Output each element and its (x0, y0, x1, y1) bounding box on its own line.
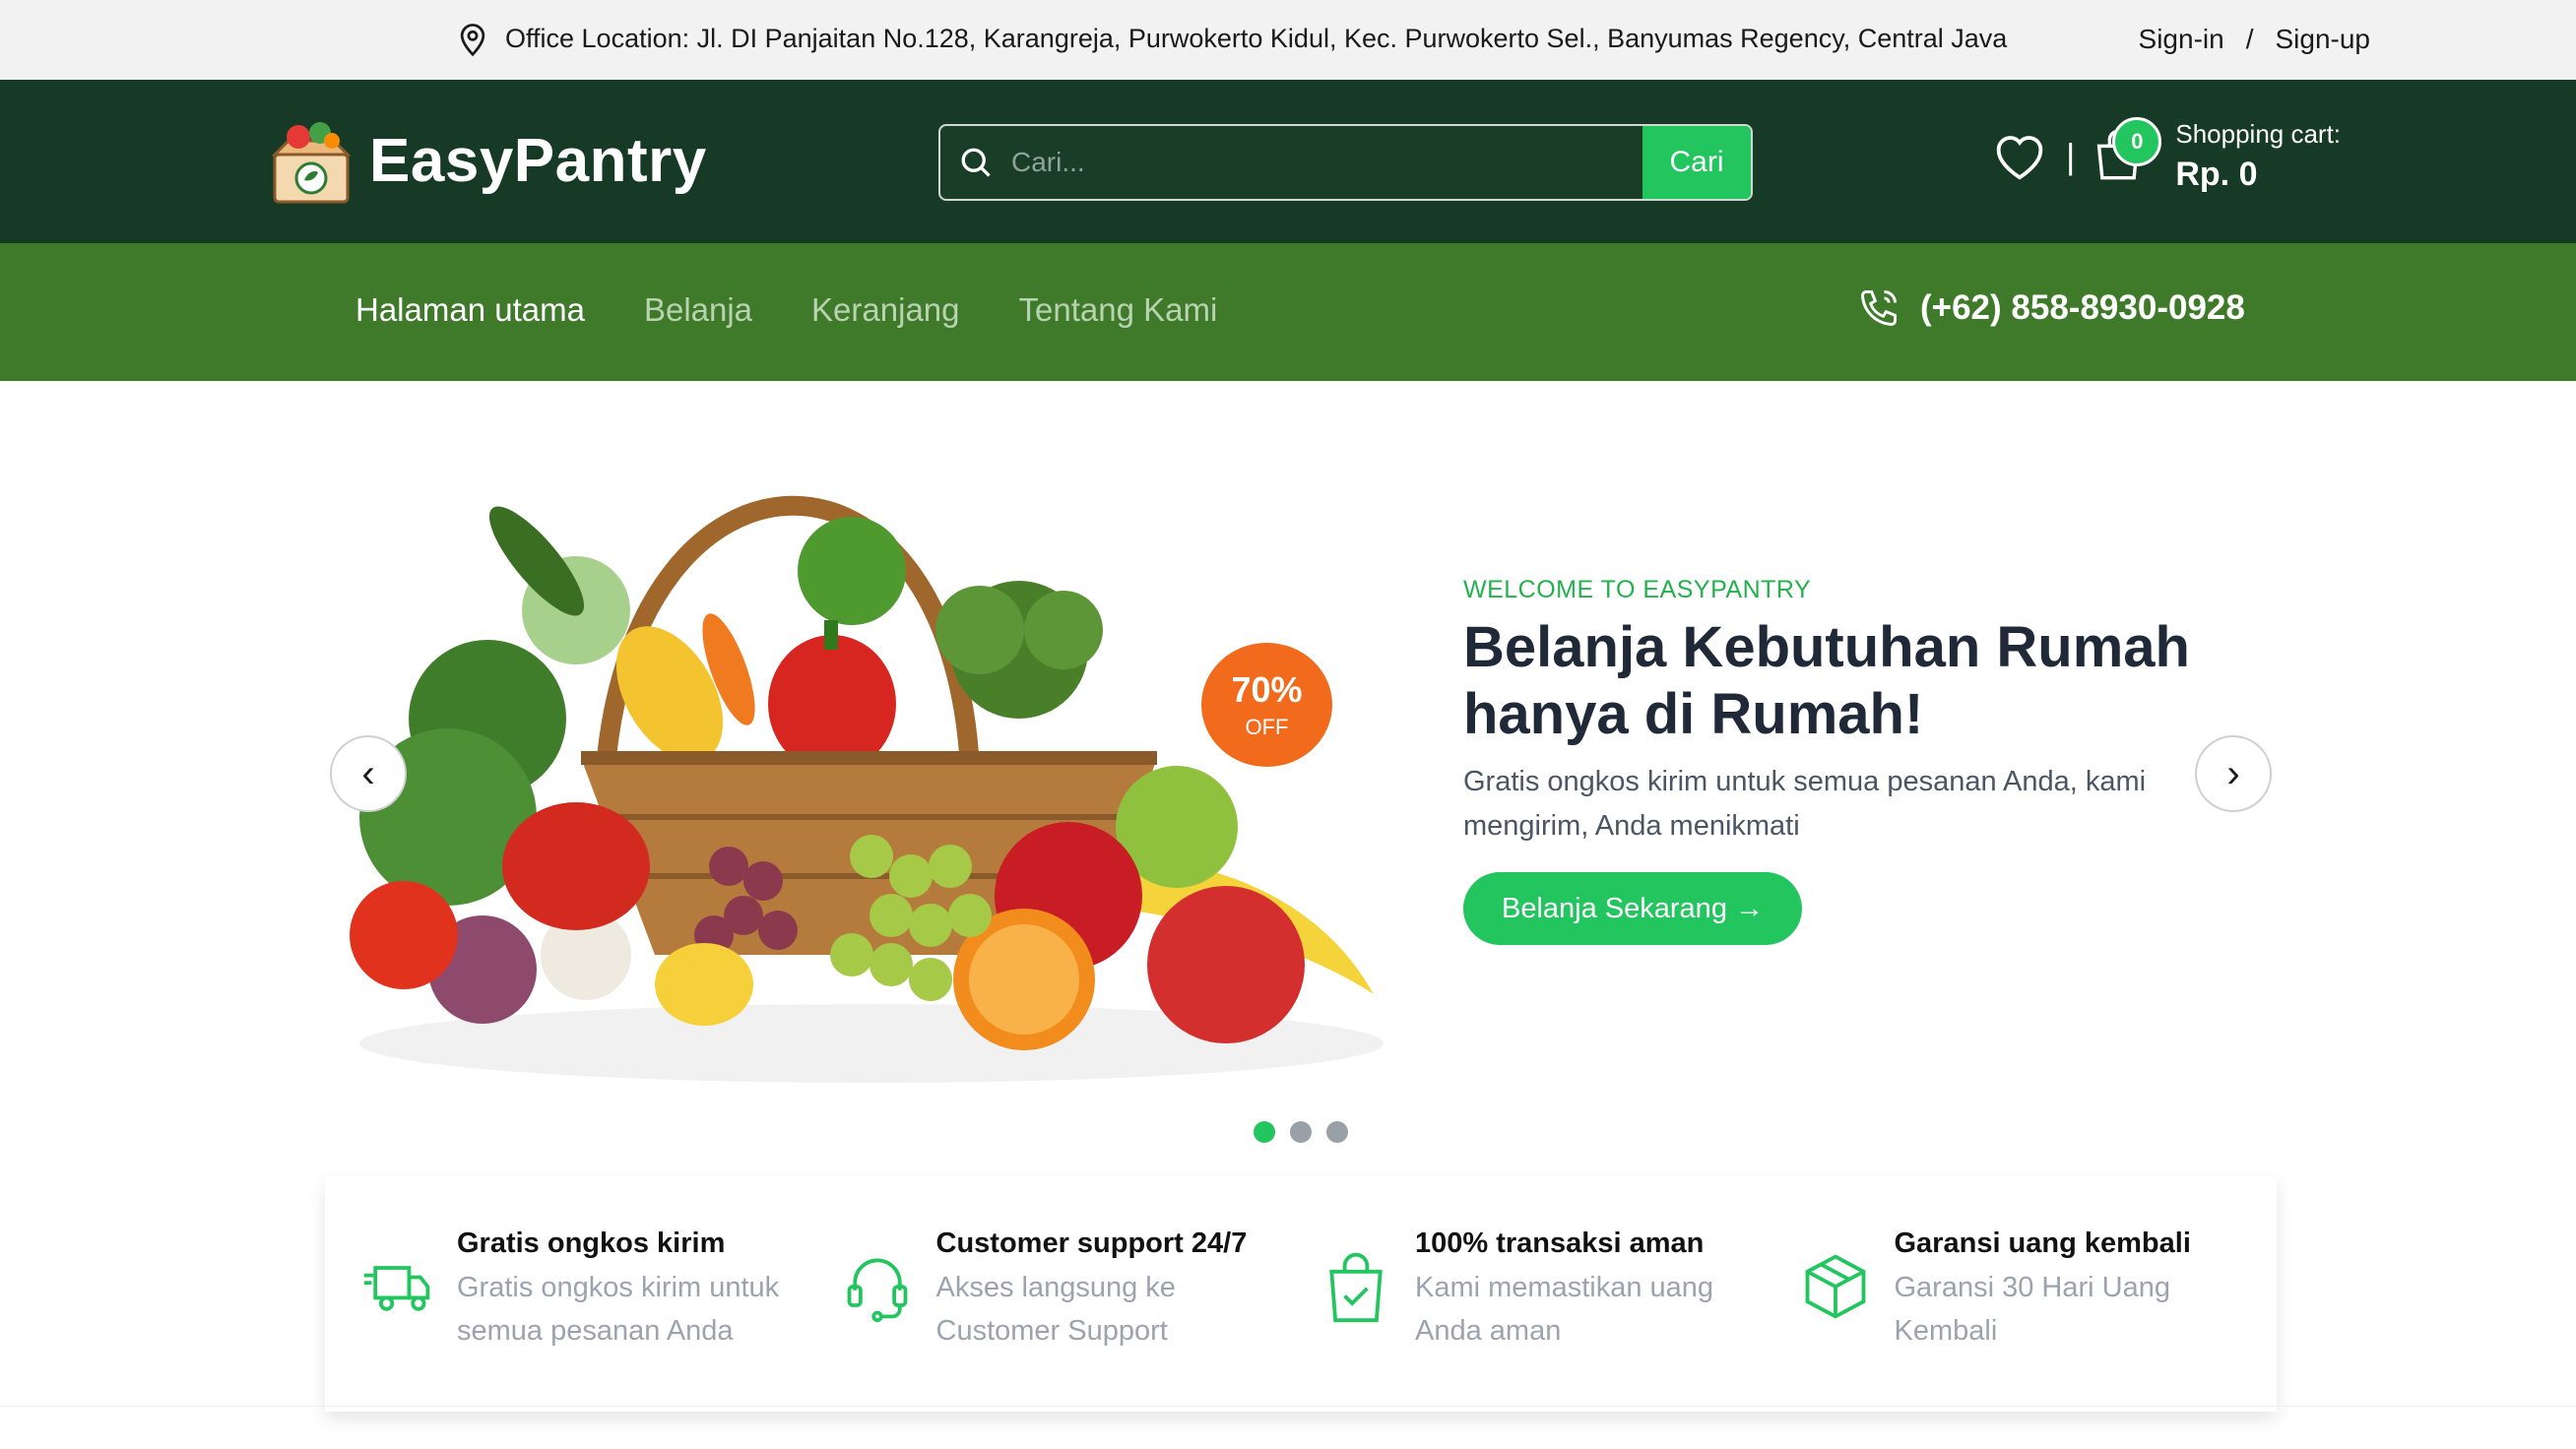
produce-basket-image (350, 495, 1384, 1083)
section-divider (0, 1406, 2576, 1407)
feature-description: Gratis ongkos kirim untuk semua pesanan … (457, 1272, 780, 1347)
hero-subtitle: Gratis ongkos kirim untuk semua pesanan … (1463, 766, 2147, 842)
logo-text: EasyPantry (369, 126, 707, 195)
header-actions: | 0 Shopping cart: Rp. 0 (1991, 117, 2341, 194)
signup-link[interactable]: Sign-up (2275, 24, 2370, 55)
discount-label: OFF (1245, 715, 1289, 739)
search-bar: Cari (938, 124, 1753, 201)
feature-description: Akses langsung ke Customer Support (935, 1272, 1176, 1347)
nav-item-about[interactable]: Tentang Kami (1019, 291, 1218, 329)
office-location: Office Location: Jl. DI Panjaitan No.128… (456, 20, 2007, 57)
nav-item-cart[interactable]: Keranjang (811, 291, 959, 329)
hero-title: Belanja Kebutuhan Rumah hanya di Rumah! (1463, 615, 2190, 746)
office-location-text: Office Location: Jl. DI Panjaitan No.128… (505, 23, 2008, 53)
feature-money-back: Garansi uang kembali Garansi 30 Hari Uan… (1798, 1228, 2278, 1412)
feature-secure-transaction: 100% transaksi aman Kami memastikan uang… (1319, 1228, 1798, 1412)
package-icon (1805, 1254, 1865, 1319)
feature-title: 100% transaksi aman (1415, 1228, 1705, 1259)
location-pin-icon (460, 24, 485, 57)
header-divider: | (2066, 136, 2076, 176)
nav-links: Halaman utama Belanja Keranjang Tentang … (355, 291, 1217, 329)
nav-item-home[interactable]: Halaman utama (355, 291, 585, 329)
cart-count-badge: 0 (2112, 117, 2162, 166)
carousel-dot-1[interactable] (1254, 1121, 1275, 1143)
feature-title: Customer support 24/7 (935, 1228, 1248, 1259)
search-button[interactable]: Cari (1642, 126, 1751, 199)
feature-support: Customer support 24/7 Akses langsung ke … (840, 1228, 1320, 1412)
carousel-prev-button[interactable]: ‹ (330, 735, 407, 812)
truck-icon (363, 1266, 430, 1311)
pantry-box-logo-icon (271, 122, 352, 204)
cart-button[interactable]: 0 (2093, 117, 2162, 186)
auth-links: Sign-in / Sign-up (2139, 24, 2370, 55)
discount-value: 70% (1231, 669, 1303, 710)
feature-title: Garansi uang kembali (1894, 1228, 2191, 1259)
cart-label: Shopping cart: (2175, 119, 2342, 149)
feature-title: Gratis ongkos kirim (457, 1228, 726, 1259)
search-icon (940, 126, 1011, 199)
carousel-indicators (1254, 1121, 1348, 1143)
phone-call-icon (1861, 290, 1897, 326)
phone-number: (+62) 858-8930-0928 (1920, 288, 2245, 327)
shop-now-button[interactable]: Belanja Sekarang → (1463, 872, 1802, 945)
cart-summary[interactable]: Shopping cart: Rp. 0 (2175, 119, 2341, 194)
feature-description: Kami memastikan uang Anda aman (1415, 1272, 1714, 1347)
contact-phone[interactable]: (+62) 858-8930-0928 (1857, 286, 2245, 330)
feature-free-shipping: Gratis ongkos kirim Gratis ongkos kirim … (360, 1228, 840, 1412)
hero-content: WELCOME TO EASYPANTRY Belanja Kebutuhan … (1463, 576, 2212, 849)
wishlist-heart-icon[interactable] (1991, 131, 2048, 182)
hero-eyebrow: WELCOME TO EASYPANTRY (1463, 576, 1812, 603)
site-logo[interactable]: EasyPantry (269, 115, 707, 206)
nav-item-shop[interactable]: Belanja (644, 291, 752, 329)
search-input[interactable] (1011, 126, 1642, 199)
carousel-dot-3[interactable] (1326, 1121, 1348, 1143)
main-header: EasyPantry Cari | 0 Shopping cart: Rp. 0 (0, 80, 2576, 243)
feature-description: Garansi 30 Hari Uang Kembali (1894, 1272, 2170, 1347)
carousel-dot-2[interactable] (1290, 1121, 1312, 1143)
cart-total: Rp. 0 (2175, 156, 2258, 193)
features-strip: Gratis ongkos kirim Gratis ongkos kirim … (325, 1176, 2277, 1412)
headset-icon (847, 1258, 907, 1323)
discount-badge: 70% OFF (1201, 643, 1332, 767)
auth-divider: / (2245, 24, 2254, 54)
top-info-bar: Office Location: Jl. DI Panjaitan No.128… (0, 0, 2576, 80)
shopping-bag-check-icon (1329, 1252, 1383, 1323)
signin-link[interactable]: Sign-in (2139, 24, 2224, 55)
main-nav: Halaman utama Belanja Keranjang Tentang … (0, 243, 2576, 381)
